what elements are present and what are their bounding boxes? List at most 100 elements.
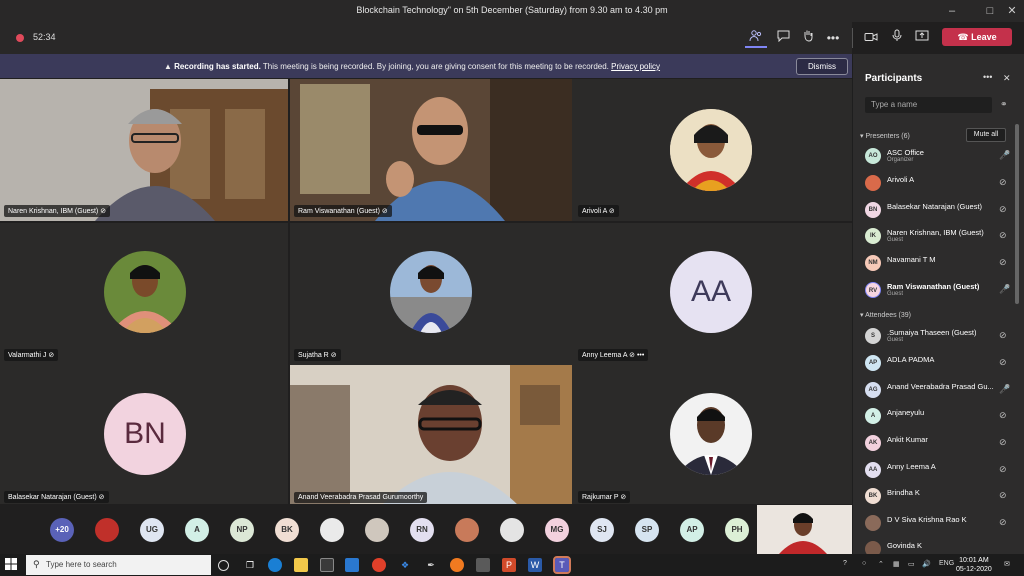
participant-row[interactable]: D V Siva Krishna Rao K ⊘ xyxy=(865,513,1015,533)
people-icon[interactable] xyxy=(745,28,767,48)
strip-avatar[interactable]: PH xyxy=(725,518,749,542)
participant-name: D V Siva Krishna Rao K xyxy=(887,515,967,524)
mic-off-icon: ⊘ xyxy=(999,230,1007,240)
strip-avatar[interactable]: UG xyxy=(140,518,164,542)
share-invite-icon[interactable]: ⚭ xyxy=(1000,99,1008,110)
video-tile-naren[interactable]: Naren Krishnan, IBM (Guest) ⊘ xyxy=(0,79,288,221)
strip-avatar[interactable]: BK xyxy=(275,518,299,542)
participant-row[interactable]: AK Ankit Kumar ⊘ xyxy=(865,433,1015,453)
mic-icon[interactable] xyxy=(886,28,908,48)
strip-avatar[interactable]: NP xyxy=(230,518,254,542)
mic-off-icon: ⊘ xyxy=(999,437,1007,447)
panel-more-icon[interactable]: ••• xyxy=(983,72,992,82)
strip-avatar[interactable] xyxy=(455,518,479,542)
minimize-button[interactable]: – xyxy=(938,3,966,19)
participant-row[interactable]: IK Naren Krishnan, IBM (Guest) Guest ⊘ xyxy=(865,226,1015,246)
store-icon[interactable] xyxy=(320,558,334,572)
video-tile-rajkumar[interactable]: Rajkumar P ⊘ xyxy=(574,365,862,507)
cortana-icon[interactable] xyxy=(218,560,229,571)
camera-icon[interactable] xyxy=(860,28,882,48)
participant-name: Arivoli A xyxy=(887,175,915,184)
participant-row[interactable]: AA Anny Leema A ⊘ xyxy=(865,460,1015,480)
dropbox-icon[interactable]: ❖ xyxy=(398,558,412,572)
tray-chevron-icon[interactable]: ⌃ xyxy=(878,560,884,568)
panel-close-icon[interactable]: ✕ xyxy=(1003,73,1011,84)
taskbar-clock[interactable]: 10:01 AM 05-12-2020 xyxy=(956,556,992,574)
participant-row[interactable]: Arivoli A ⊘ xyxy=(865,173,1015,193)
share-screen-icon[interactable] xyxy=(911,28,933,48)
participant-row[interactable]: BN Balasekar Natarajan (Guest) ⊘ xyxy=(865,200,1015,220)
participant-row[interactable]: AP ADLA PADMA ⊘ xyxy=(865,353,1015,373)
language-indicator[interactable]: ENG xyxy=(939,560,954,567)
tile-label: Ram Viswanathan (Guest) ⊘ xyxy=(294,205,392,217)
strip-avatar[interactable]: RN xyxy=(410,518,434,542)
participant-row[interactable]: S .Sumaiya Thaseen (Guest) Guest ⊘ xyxy=(865,326,1015,346)
video-tile-anny[interactable]: AA Anny Leema A ⊘ ••• xyxy=(574,223,862,365)
mic-off-icon: ⊘ xyxy=(999,177,1007,187)
overflow-count[interactable]: +20 xyxy=(50,518,74,542)
firefox-icon[interactable] xyxy=(450,558,464,572)
privacy-policy-link[interactable]: Privacy policy xyxy=(611,62,660,71)
strip-avatar[interactable] xyxy=(95,518,119,542)
chat-icon[interactable] xyxy=(772,28,794,48)
mail-icon[interactable] xyxy=(345,558,359,572)
video-tile-arivoli[interactable]: Arivoli A ⊘ xyxy=(574,79,862,221)
participant-name: Anny Leema A xyxy=(887,462,936,471)
video-tile-anand[interactable]: Anand Veerabadra Prasad Gurumoorthy xyxy=(290,365,578,507)
help-icon[interactable]: ? xyxy=(843,560,847,567)
strip-avatar[interactable]: SJ xyxy=(590,518,614,542)
video-tile-sujatha[interactable]: Sujatha R ⊘ xyxy=(290,223,578,365)
participant-row[interactable]: AO ASC Office Organizer 🎤 xyxy=(865,146,1015,166)
mute-all-button[interactable]: Mute all xyxy=(966,128,1006,142)
pen-app-icon[interactable]: ✒ xyxy=(424,558,438,572)
participant-row[interactable]: A Anjaneyulu ⊘ xyxy=(865,406,1015,426)
more-icon[interactable]: ••• xyxy=(637,352,644,359)
strip-avatar[interactable] xyxy=(320,518,344,542)
word-icon[interactable]: W xyxy=(528,558,542,572)
network-status-icon[interactable]: ○ xyxy=(862,560,866,567)
strip-avatar[interactable]: MG xyxy=(545,518,569,542)
edge-icon[interactable] xyxy=(268,558,282,572)
teams-icon[interactable]: T xyxy=(553,556,571,574)
chrome-icon[interactable] xyxy=(372,558,386,572)
self-view-video[interactable] xyxy=(757,505,852,554)
windows-start-icon[interactable] xyxy=(5,558,19,572)
participant-row[interactable]: BK Brindha K ⊘ xyxy=(865,486,1015,506)
mic-off-icon: ⊘ xyxy=(999,490,1007,500)
file-explorer-icon[interactable] xyxy=(294,558,308,572)
participant-search-input[interactable]: Type a name xyxy=(865,97,992,113)
video-tile-balasekar[interactable]: BN Balasekar Natarajan (Guest) ⊘ xyxy=(0,365,288,507)
attendees-section-header[interactable]: ▾ Attendees (39) xyxy=(860,311,911,319)
strip-avatar[interactable] xyxy=(365,518,389,542)
strip-avatar[interactable] xyxy=(500,518,524,542)
tray-app-icon[interactable]: ▦ xyxy=(893,560,900,568)
strip-avatar[interactable]: SP xyxy=(635,518,659,542)
participant-name: Anand Veerabadra Prasad Gu... xyxy=(887,382,994,391)
participant-name: Brindha K xyxy=(887,488,920,497)
taskbar-search-input[interactable]: ⚲ Type here to search xyxy=(26,555,211,575)
participant-row[interactable]: AG Anand Veerabadra Prasad Gu... 🎤 xyxy=(865,380,1015,400)
close-window-button[interactable]: ✕ xyxy=(998,3,1024,19)
volume-icon[interactable]: 🔊 xyxy=(922,560,931,568)
raise-hand-icon[interactable] xyxy=(797,28,819,48)
strip-avatar[interactable]: AP xyxy=(680,518,704,542)
notifications-icon[interactable]: ✉ xyxy=(1004,560,1010,568)
presenters-section-header[interactable]: ▾ Presenters (6) xyxy=(860,132,910,140)
dismiss-button[interactable]: Dismiss xyxy=(796,58,848,75)
mic-off-icon: ⊘ xyxy=(999,410,1007,420)
participant-photo xyxy=(390,251,472,333)
strip-avatar[interactable]: A xyxy=(185,518,209,542)
task-view-icon[interactable]: ❐ xyxy=(243,558,257,572)
powerpoint-icon[interactable]: P xyxy=(502,558,516,572)
battery-icon[interactable]: ▭ xyxy=(908,560,915,568)
mic-off-icon: ⊘ xyxy=(100,208,107,215)
more-options-icon[interactable]: ••• xyxy=(822,28,844,48)
app-icon[interactable] xyxy=(476,558,490,572)
participant-row[interactable]: RV Ram Viswanathan (Guest) Guest 🎤 xyxy=(865,280,1015,300)
video-tile-valarmathi[interactable]: Valarmathi J ⊘ xyxy=(0,223,288,365)
panel-scrollbar[interactable] xyxy=(1015,124,1019,304)
video-tile-ram[interactable]: Ram Viswanathan (Guest) ⊘ xyxy=(290,79,578,221)
leave-button[interactable]: ☎ Leave xyxy=(942,28,1012,46)
participant-row[interactable]: NM Navamani T M ⊘ xyxy=(865,253,1015,273)
tile-label: Balasekar Natarajan (Guest) ⊘ xyxy=(4,491,109,503)
